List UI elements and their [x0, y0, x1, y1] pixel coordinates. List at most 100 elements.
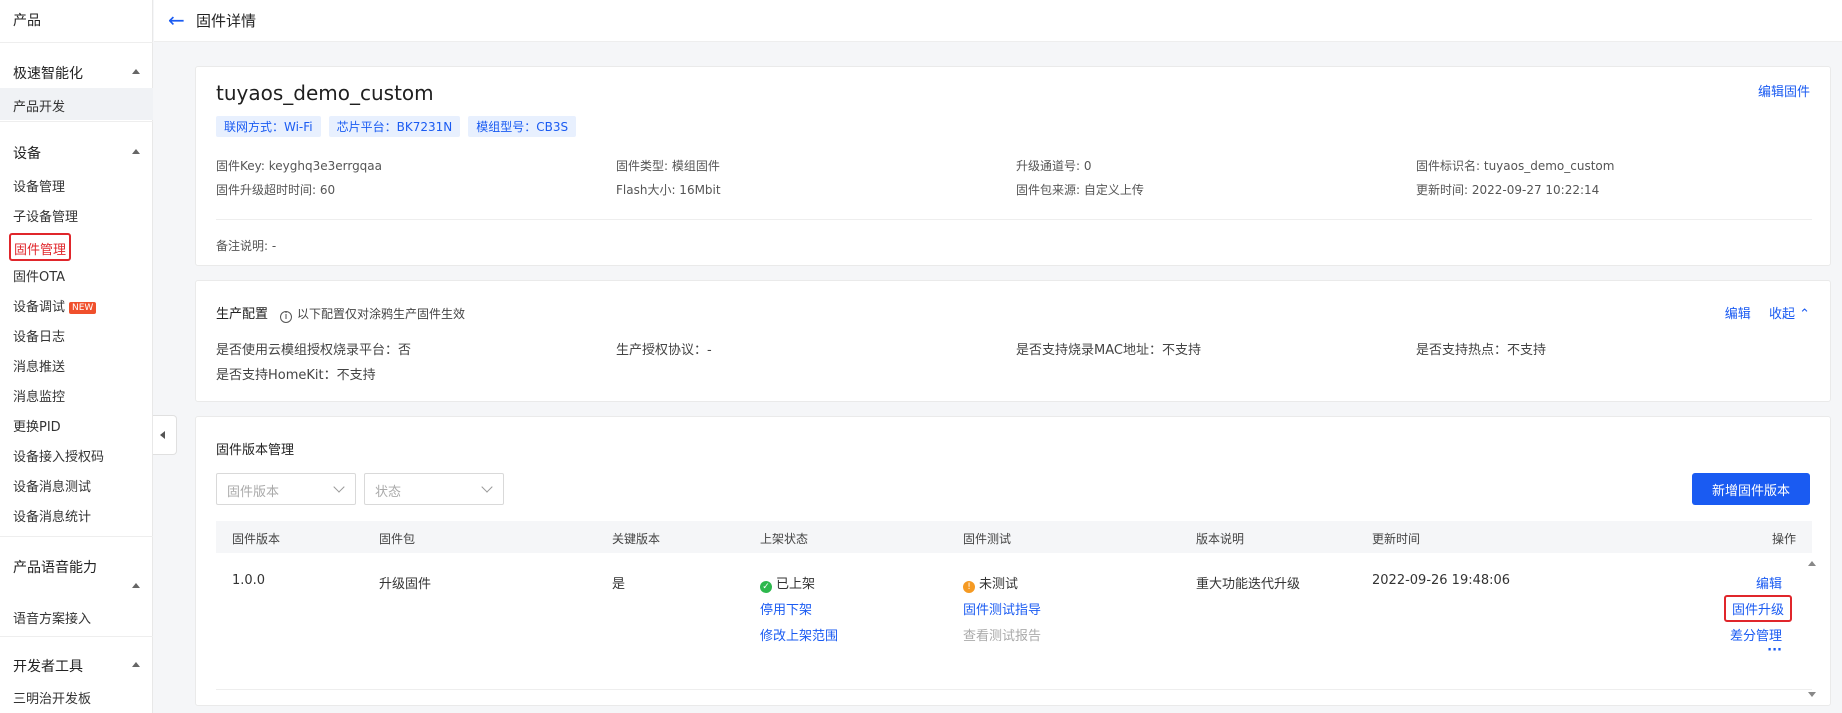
row-status: ✓ 已上架: [760, 573, 815, 593]
table-row: 1.0.0 升级固件 是 ✓ 已上架 停用下架 修改上架范围 ! 未测试 固件测试指…: [216, 553, 1796, 658]
sidebar-group-speed[interactable]: 极速智能化: [13, 63, 83, 83]
row-key-version: 是: [612, 577, 626, 592]
test-guide-link[interactable]: 固件测试指导: [963, 599, 1041, 618]
sidebar-collapse-button[interactable]: [153, 415, 177, 455]
row-description: 重大功能迭代升级: [1196, 577, 1301, 592]
sidebar-item-firmware-ota[interactable]: 固件OTA: [13, 266, 65, 285]
sidebar-item-device-debug[interactable]: 设备调试 NEW: [13, 296, 97, 315]
mac-support: 是否支持烧录MAC地址：不支持: [1016, 343, 1201, 358]
tag-chip: 芯片平台：BK7231N: [328, 116, 461, 137]
tag-module: 模组型号：CB3S: [468, 116, 577, 137]
sidebar: 产品 极速智能化 产品开发 设备 设备管理 子设备管理 固件管理 固件OTA 设…: [0, 0, 153, 713]
edit-production-link[interactable]: 编辑: [1725, 307, 1751, 322]
firmware-version-select[interactable]: 固件版本: [216, 473, 356, 505]
chevron-up-icon[interactable]: ⌃: [1799, 307, 1810, 322]
sidebar-item-msg-stats[interactable]: 设备消息统计: [13, 506, 91, 525]
flash-size: Flash大小: 16Mbit: [616, 183, 721, 197]
back-arrow-icon[interactable]: ←: [168, 8, 185, 32]
chevron-up-icon[interactable]: [132, 662, 140, 667]
sidebar-item-msg-monitor[interactable]: 消息监控: [13, 386, 65, 405]
page-header: ← 固件详情: [154, 0, 1842, 42]
column-header: 固件测试: [963, 532, 1012, 546]
sidebar-item-msg-push[interactable]: 消息推送: [13, 356, 65, 375]
divider: [0, 121, 153, 122]
sidebar-title: 产品: [13, 13, 41, 29]
package-source: 固件包来源: 自定义上传: [1016, 183, 1144, 197]
column-header: 上架状态: [760, 532, 809, 546]
collapse-link[interactable]: 收起: [1769, 307, 1795, 322]
sidebar-item-msg-test[interactable]: 设备消息测试: [13, 476, 91, 495]
column-header: 操作: [1771, 532, 1796, 546]
sidebar-item-device-log[interactable]: 设备日志: [13, 326, 65, 345]
production-config-card: 生产配置 i 以下配置仅对涂鸦生产固件生效 编辑 收起 ⌃ 是否使用云模组授权烧录平…: [195, 280, 1831, 402]
sidebar-item-subdevice[interactable]: 子设备管理: [13, 206, 78, 225]
chevron-up-icon[interactable]: [132, 149, 140, 154]
homekit-support: 是否支持HomeKit：不支持: [216, 368, 376, 383]
firmware-upgrade-link[interactable]: 固件升级: [1723, 595, 1792, 622]
divider: [0, 42, 153, 43]
sidebar-item-device-mgmt[interactable]: 设备管理: [13, 176, 65, 195]
firmware-name: tuyaos_demo_custom: [216, 81, 434, 105]
firmware-key: 固件Key: keyghq3e3errgqaa: [216, 159, 383, 173]
column-header: 固件版本: [232, 532, 281, 546]
scroll-down-icon[interactable]: [1808, 692, 1816, 697]
sidebar-item-voice-solution[interactable]: 语音方案接入: [13, 608, 91, 627]
sidebar-item-product-dev[interactable]: 产品开发: [13, 96, 65, 115]
section-title: 固件版本管理: [216, 443, 295, 458]
divider: [0, 636, 153, 637]
upgrade-timeout: 固件升级超时时间: 60: [216, 183, 336, 197]
test-status-text: 未测试: [979, 577, 1019, 592]
edit-firmware-link[interactable]: 编辑固件: [1758, 81, 1810, 100]
sidebar-group-voice[interactable]: 产品语音能力: [13, 557, 97, 577]
warning-icon: !: [963, 581, 975, 593]
column-header: 更新时间: [1372, 532, 1421, 546]
auth-protocol: 生产授权协议：-: [616, 343, 712, 358]
divider: [0, 536, 153, 537]
chevron-up-icon[interactable]: [132, 69, 140, 74]
firmware-info-card: tuyaos_demo_custom 编辑固件 联网方式：Wi-Fi 芯片平台：…: [195, 66, 1831, 266]
more-icon[interactable]: ···: [1767, 643, 1782, 658]
sidebar-item-sandwich-board[interactable]: 三明治开发板: [13, 688, 91, 707]
firmware-identifier: 固件标识名: tuyaos_demo_custom: [1416, 159, 1615, 173]
info-icon: i: [280, 311, 293, 323]
status-select[interactable]: 状态: [364, 473, 504, 505]
scroll-up-icon[interactable]: [1808, 561, 1816, 566]
add-version-button[interactable]: 新增固件版本: [1692, 473, 1810, 505]
firmware-type: 固件类型: 模组固件: [616, 159, 720, 173]
column-header: 关键版本: [612, 532, 661, 546]
sidebar-item-label: 设备调试: [13, 300, 66, 315]
diff-management-link[interactable]: 差分管理: [1730, 625, 1782, 644]
sidebar-item-auth-code[interactable]: 设备接入授权码: [13, 446, 104, 465]
modify-scope-link[interactable]: 修改上架范围: [760, 625, 838, 644]
disable-link[interactable]: 停用下架: [760, 599, 812, 618]
hotspot-support: 是否支持热点：不支持: [1416, 343, 1547, 358]
cloud-auth: 是否使用云模组授权烧录平台：否: [216, 343, 412, 358]
production-hint: 以下配置仅对涂鸦生产固件生效: [297, 307, 466, 321]
row-test-status: ! 未测试: [963, 573, 1018, 593]
update-time: 更新时间: 2022-09-27 10:22:14: [1416, 183, 1600, 197]
firmware-tags: 联网方式：Wi-Fi 芯片平台：BK7231N 模组型号：CB3S: [216, 116, 577, 137]
row-package: 升级固件: [379, 577, 432, 592]
table-header: 固件版本 固件包 关键版本 上架状态 固件测试 版本说明 更新时间 操作: [216, 521, 1812, 553]
production-config-header: 生产配置 i 以下配置仅对涂鸦生产固件生效: [216, 303, 465, 323]
check-icon: ✓: [760, 581, 772, 593]
row-updated: 2022-09-26 19:48:06: [1372, 573, 1511, 588]
production-actions: 编辑 收起 ⌃: [1725, 303, 1810, 322]
column-header: 版本说明: [1196, 532, 1245, 546]
version-management-card: 固件版本管理 固件版本 状态 新增固件版本 固件版本 固件包 关键版本 上架状态…: [195, 416, 1831, 706]
page-title: 固件详情: [196, 12, 257, 30]
table-scrollbar[interactable]: [1808, 557, 1816, 697]
divider: [216, 219, 1812, 220]
column-header: 固件包: [379, 532, 416, 546]
edit-version-link[interactable]: 编辑: [1756, 573, 1782, 592]
sidebar-item-firmware-mgmt[interactable]: 固件管理: [9, 233, 71, 261]
sidebar-item-change-pid[interactable]: 更换PID: [13, 416, 61, 435]
status-text: 已上架: [776, 577, 816, 592]
sidebar-group-devtools[interactable]: 开发者工具: [13, 656, 83, 676]
row-version: 1.0.0: [232, 573, 266, 588]
upgrade-channel: 升级通道号: 0: [1016, 159, 1092, 173]
tag-network: 联网方式：Wi-Fi: [216, 116, 321, 137]
chevron-up-icon[interactable]: [132, 583, 140, 588]
sidebar-group-device[interactable]: 设备: [13, 143, 41, 163]
section-title: 生产配置: [216, 307, 269, 322]
